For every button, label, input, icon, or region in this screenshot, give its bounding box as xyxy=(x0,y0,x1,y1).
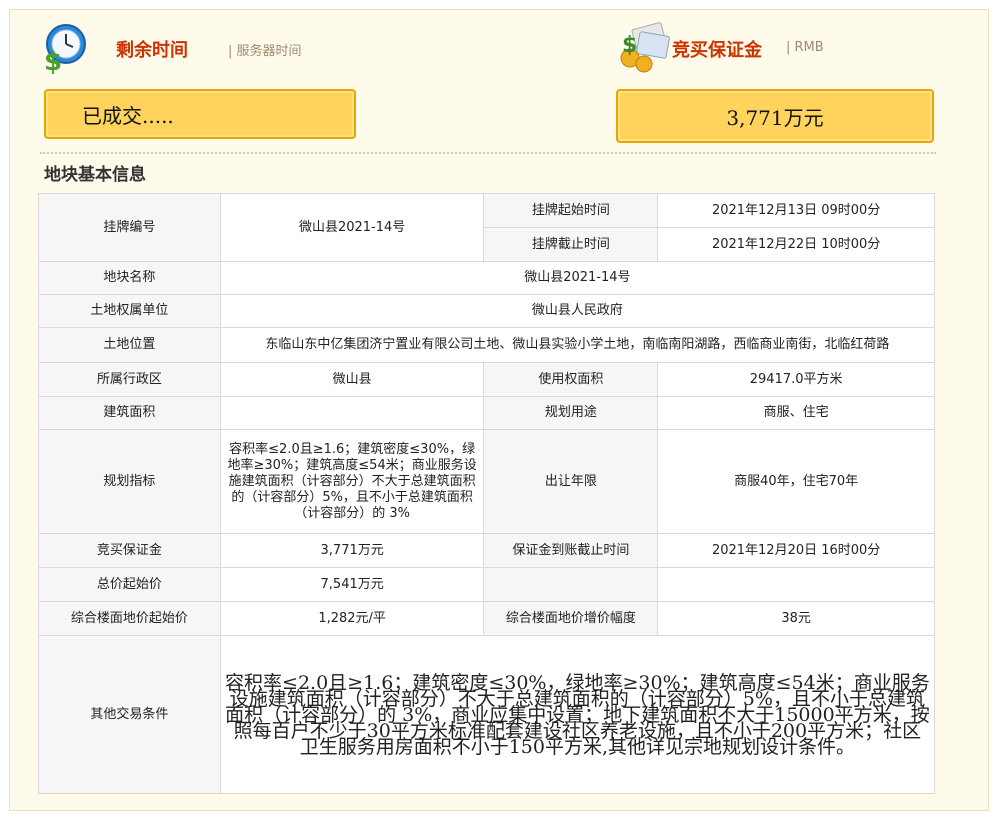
auction-panel: $ 剩余时间 | 服务器时间 $ 竞买保证金 | RMB 已成交..... 3,… xyxy=(9,9,989,811)
remaining-time-title: 剩余时间 xyxy=(116,40,188,61)
plan-index-value: 容积率≤2.0且≥1.6；建筑密度≤30%，绿地率≥30%；建筑高度≤54米；商… xyxy=(219,429,485,534)
svg-text:$: $ xyxy=(622,33,637,58)
location-label: 土地位置 xyxy=(38,327,221,363)
floor-price-value: 1,282元/平 xyxy=(219,601,485,636)
use-area-label: 使用权面积 xyxy=(483,362,659,397)
build-area-label: 建筑面积 xyxy=(38,396,221,430)
increment-label: 综合楼面地价增价幅度 xyxy=(483,601,659,636)
deal-status: 已成交..... xyxy=(82,103,174,128)
deposit-label: 竞买保证金 xyxy=(38,533,221,568)
empty-cell xyxy=(657,567,935,602)
build-area-value xyxy=(219,396,485,430)
deposit-deadline-label: 保证金到账截止时间 xyxy=(483,533,659,568)
plan-index-label: 规划指标 xyxy=(38,429,221,534)
owner-value: 微山县人民政府 xyxy=(219,294,936,328)
parcel-name-value: 微山县2021-14号 xyxy=(219,261,936,295)
svg-text:$: $ xyxy=(44,47,62,74)
code-label: 挂牌编号 xyxy=(38,193,221,262)
term-label: 出让年限 xyxy=(483,429,659,534)
total-price-value: 7,541万元 xyxy=(219,567,485,602)
district-label: 所属行政区 xyxy=(38,362,221,397)
district-value: 微山县 xyxy=(219,362,485,397)
term-value: 商服40年，住宅70年 xyxy=(657,429,935,534)
currency-label: | RMB xyxy=(786,40,824,55)
deposit-amount-box: 3,771万元 xyxy=(616,89,934,143)
end-time-label: 挂牌截止时间 xyxy=(483,227,659,262)
parcel-name-label: 地块名称 xyxy=(38,261,221,295)
other-conditions-value: 容积率≤2.0且≥1.6；建筑密度≤30%，绿地率≥30%；建筑高度≤54米；商… xyxy=(219,635,936,794)
deposit-amount: 3,771万元 xyxy=(726,105,824,130)
start-time-value: 2021年12月13日 09时00分 xyxy=(657,193,935,228)
deposit-value: 3,771万元 xyxy=(219,533,485,568)
total-price-label: 总价起始价 xyxy=(38,567,221,602)
end-time-value: 2021年12月22日 10时00分 xyxy=(657,227,935,262)
deposit-title: 竞买保证金 xyxy=(672,40,762,61)
money-icon: $ xyxy=(620,22,670,73)
use-area-value: 29417.0平方米 xyxy=(657,362,935,397)
purpose-value: 商服、住宅 xyxy=(657,396,935,430)
server-time-label: | 服务器时间 xyxy=(228,44,302,59)
purpose-label: 规划用途 xyxy=(483,396,659,430)
header: $ 剩余时间 | 服务器时间 $ 竞买保证金 | RMB xyxy=(10,10,988,90)
empty-cell xyxy=(483,567,659,602)
start-time-label: 挂牌起始时间 xyxy=(483,193,659,228)
clock-icon: $ xyxy=(44,24,86,74)
land-info-table: 挂牌编号 微山县2021-14号 挂牌起始时间 2021年12月13日 09时0… xyxy=(38,193,936,794)
section-title: 地块基本信息 xyxy=(44,165,146,185)
deposit-deadline-value: 2021年12月20日 16时00分 xyxy=(657,533,935,568)
owner-label: 土地权属单位 xyxy=(38,294,221,328)
increment-value: 38元 xyxy=(657,601,935,636)
other-conditions-label: 其他交易条件 xyxy=(38,635,221,794)
divider xyxy=(40,152,936,154)
location-value: 东临山东中亿集团济宁置业有限公司土地、微山县实验小学土地，南临南阳湖路，西临商业… xyxy=(219,327,936,363)
floor-price-label: 综合楼面地价起始价 xyxy=(38,601,221,636)
deal-status-box: 已成交..... xyxy=(44,89,356,139)
code-value: 微山县2021-14号 xyxy=(219,193,485,262)
